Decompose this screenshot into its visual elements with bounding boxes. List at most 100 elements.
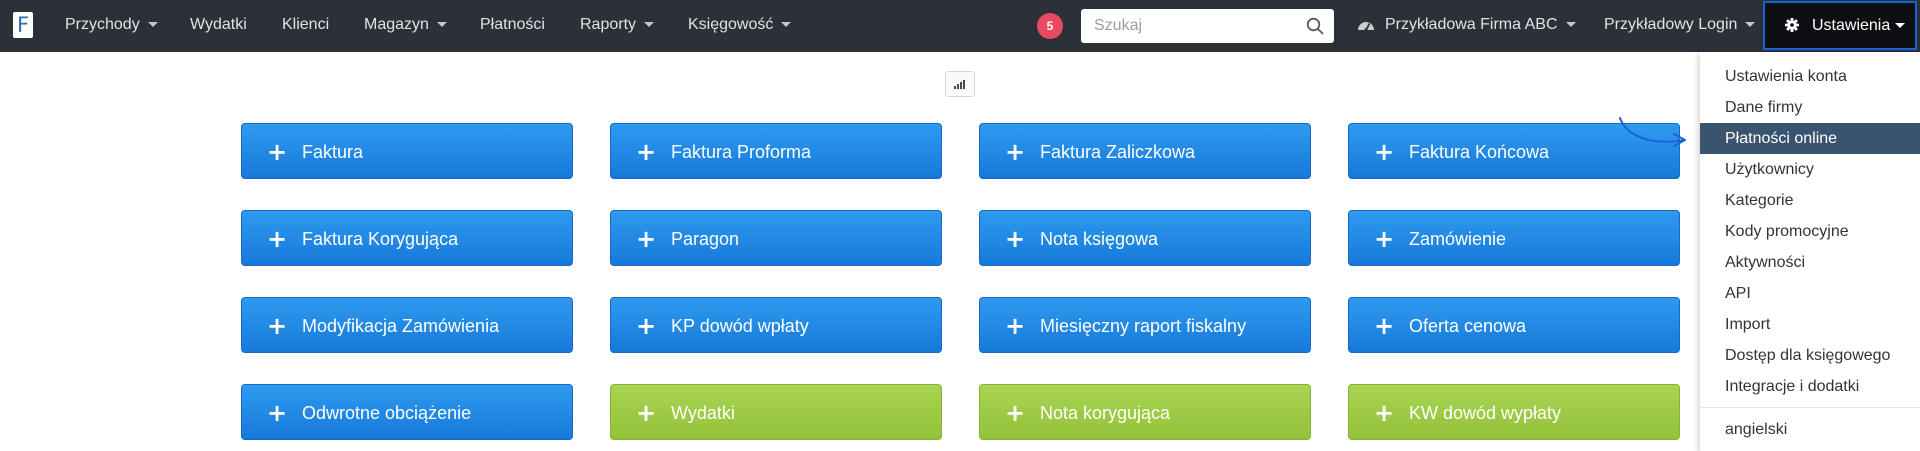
- tile-label: Zamówienie: [1409, 229, 1507, 249]
- caret-down-icon: [1745, 22, 1756, 28]
- settings-button[interactable]: Ustawienia: [1763, 1, 1917, 50]
- menu-divider: [1700, 407, 1920, 408]
- signal-bar: [960, 82, 962, 89]
- menu-item-ustawienia-konta[interactable]: Ustawienia konta: [1700, 61, 1920, 92]
- tile-label: Faktura Korygująca: [302, 229, 459, 249]
- plus-icon: +: [267, 399, 288, 427]
- nav-raporty[interactable]: Raporty: [580, 0, 655, 52]
- plus-icon: +: [1005, 399, 1026, 427]
- search-box: [1081, 9, 1334, 43]
- signal-bar: [954, 86, 956, 89]
- tile-modyfikacja-zamowienia[interactable]: + Modyfikacja Zamówienia: [241, 297, 573, 353]
- tile-kw-dowod-wyplaty[interactable]: + KW dowód wypłaty: [1348, 384, 1680, 440]
- plus-icon: +: [1005, 138, 1026, 166]
- tile-nota-korygujaca[interactable]: + Nota korygująca: [979, 384, 1311, 440]
- tile-oferta-cenowa[interactable]: + Oferta cenowa: [1348, 297, 1680, 353]
- dashboard-gauge-icon: [1358, 22, 1374, 32]
- menu-item-integracje-i-dodatki[interactable]: Integracje i dodatki: [1700, 371, 1920, 402]
- menu-item-uzytkownicy[interactable]: Użytkownicy: [1700, 154, 1920, 185]
- search-input[interactable]: [1081, 9, 1296, 43]
- tile-miesieczny-raport-fiskalny[interactable]: + Miesięczny raport fiskalny: [979, 297, 1311, 353]
- signal-bars-icon[interactable]: [945, 71, 975, 97]
- nav-label: Klienci: [282, 16, 330, 33]
- plus-icon: +: [1374, 399, 1395, 427]
- plus-icon: +: [267, 312, 288, 340]
- tile-nota-ksiegowa[interactable]: + Nota księgowa: [979, 210, 1311, 266]
- plus-icon: +: [1374, 225, 1395, 253]
- plus-icon: +: [636, 138, 657, 166]
- tile-label: Odwrotne obciążenie: [302, 403, 472, 423]
- tile-faktura-proforma[interactable]: + Faktura Proforma: [610, 123, 942, 179]
- menu-item-api[interactable]: API: [1700, 278, 1920, 309]
- plus-icon: +: [267, 138, 288, 166]
- annotation-arrow-icon: [1619, 117, 1686, 147]
- menu-item-dane-firmy[interactable]: Dane firmy: [1700, 92, 1920, 123]
- plus-icon: +: [636, 312, 657, 340]
- nav-magazyn[interactable]: Magazyn: [364, 0, 447, 52]
- menu-item-language[interactable]: angielski: [1700, 414, 1920, 445]
- nav-label: Raporty: [580, 16, 637, 33]
- nav-platnosci[interactable]: Płatności: [480, 0, 545, 52]
- settings-dropdown-menu: Ustawienia konta Dane firmy Płatności on…: [1700, 52, 1920, 451]
- tile-label: Faktura Proforma: [671, 142, 812, 162]
- caret-down-icon: [781, 22, 792, 28]
- menu-item-platnosci-online[interactable]: Płatności online: [1700, 123, 1920, 154]
- nav-label: Płatności: [480, 16, 545, 33]
- menu-item-kody-promocyjne[interactable]: Kody promocyjne: [1700, 216, 1920, 247]
- tile-label: KP dowód wpłaty: [671, 316, 809, 336]
- tile-wydatki[interactable]: + Wydatki: [610, 384, 942, 440]
- tile-odwrotne-obciazenie[interactable]: + Odwrotne obciążenie: [241, 384, 573, 440]
- menu-item-kategorie[interactable]: Kategorie: [1700, 185, 1920, 216]
- tile-label: Faktura Końcowa: [1409, 142, 1550, 162]
- plus-icon: +: [267, 225, 288, 253]
- top-navbar: F Przychody Wydatki Klienci Magazyn Płat…: [0, 0, 1920, 52]
- notification-badge[interactable]: 5: [1037, 13, 1063, 39]
- tile-label: Nota księgowa: [1040, 229, 1159, 249]
- tile-label: Faktura Zaliczkowa: [1040, 142, 1196, 162]
- tile-label: Faktura: [302, 142, 364, 162]
- signal-bar: [963, 80, 965, 89]
- tile-label: Wydatki: [671, 403, 735, 423]
- caret-down-icon: [644, 22, 655, 28]
- tile-paragon[interactable]: + Paragon: [610, 210, 942, 266]
- plus-icon: +: [1005, 312, 1026, 340]
- menu-item-dostep-dla-ksiegowego[interactable]: Dostęp dla księgowego: [1700, 340, 1920, 371]
- nav-wydatki[interactable]: Wydatki: [190, 0, 247, 52]
- nav-klienci[interactable]: Klienci: [282, 0, 329, 52]
- login-label: Przykładowy Login: [1604, 16, 1738, 33]
- plus-icon: +: [636, 225, 657, 253]
- caret-down-icon: [436, 22, 447, 28]
- menu-item-import[interactable]: Import: [1700, 309, 1920, 340]
- tile-label: Modyfikacja Zamówienia: [302, 316, 500, 336]
- tile-zamowienie[interactable]: + Zamówienie: [1348, 210, 1680, 266]
- menu-item-aktywnosci[interactable]: Aktywności: [1700, 247, 1920, 278]
- tile-label: Miesięczny raport fiskalny: [1040, 316, 1247, 336]
- tile-label: Oferta cenowa: [1409, 316, 1527, 336]
- tile-faktura-korygujaca[interactable]: + Faktura Korygująca: [241, 210, 573, 266]
- tile-faktura-zaliczkowa[interactable]: + Faktura Zaliczkowa: [979, 123, 1311, 179]
- tile-faktura[interactable]: + Faktura: [241, 123, 573, 179]
- settings-label: Ustawienia: [1812, 17, 1891, 34]
- nav-przychody[interactable]: Przychody: [65, 0, 158, 52]
- company-switcher[interactable]: Przykładowa Firma ABC: [1357, 0, 1576, 52]
- search-icon[interactable]: [1306, 17, 1324, 35]
- gear-icon: [1785, 18, 1799, 32]
- caret-down-icon: [147, 22, 158, 28]
- tile-label: Nota korygująca: [1040, 403, 1171, 423]
- tile-kp-dowod-wplaty[interactable]: + KP dowód wpłaty: [610, 297, 942, 353]
- nav-label: Przychody: [65, 16, 140, 33]
- tile-label: Paragon: [671, 229, 740, 249]
- user-login-menu[interactable]: Przykładowy Login: [1604, 0, 1756, 52]
- nav-ksiegowosc[interactable]: Księgowość: [688, 0, 792, 52]
- tile-label: KW dowód wypłaty: [1409, 403, 1562, 423]
- nav-label: Wydatki: [190, 16, 247, 33]
- caret-down-icon: [1895, 23, 1905, 28]
- plus-icon: +: [1374, 138, 1395, 166]
- plus-icon: +: [1005, 225, 1026, 253]
- caret-down-icon: [1565, 22, 1576, 28]
- nav-label: Księgowość: [688, 16, 774, 33]
- nav-label: Magazyn: [364, 16, 429, 33]
- app-logo[interactable]: F: [13, 12, 33, 38]
- signal-bar: [957, 84, 959, 89]
- plus-icon: +: [636, 399, 657, 427]
